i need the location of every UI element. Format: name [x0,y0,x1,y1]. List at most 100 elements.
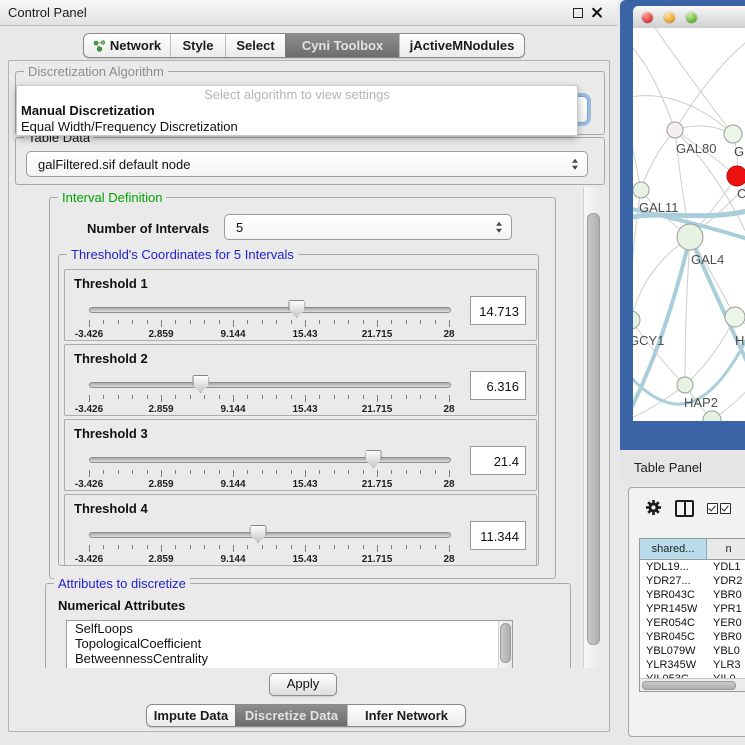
checkbox-icon[interactable] [720,503,731,514]
tab-infer-network[interactable]: Infer Network [347,705,465,726]
traffic-light-zoom-icon[interactable] [686,12,697,23]
network-node[interactable] [724,125,742,143]
network-edge[interactable] [651,28,733,134]
number-of-intervals-spinner[interactable]: 5 [224,214,512,240]
tab-style[interactable]: Style [170,34,225,57]
slider-thumb[interactable] [365,450,382,468]
traffic-light-close-icon[interactable] [642,12,653,23]
tab-cyni-toolbox[interactable]: Cyni Toolbox [285,34,399,57]
table-row[interactable]: YBR043CYBR0 [640,588,745,602]
threshold-value-field[interactable]: 21.4 [470,446,526,475]
table-cell[interactable]: YDR2 [707,574,745,588]
tab-select[interactable]: Select [225,34,285,57]
node-label: GAL11 [639,200,679,215]
slider-track[interactable] [89,307,451,313]
table-cell[interactable]: YLR345W [640,658,707,672]
network-node[interactable] [725,307,745,327]
network-edge[interactable] [633,43,675,130]
network-node[interactable] [633,311,640,329]
apply-button[interactable]: Apply [269,673,337,696]
network-edge[interactable] [633,237,690,320]
table-cell[interactable]: YBR043C [640,588,707,602]
table-row[interactable]: YDR27...YDR2 [640,574,745,588]
tab-network[interactable]: Network [84,34,170,57]
dropdown-option-manual[interactable]: Manual Discretization [17,103,577,119]
table-data-combo[interactable]: galFiltered.sif default node [26,151,588,177]
network-node[interactable] [633,182,649,198]
table-row[interactable]: YBL079WYBL0 [640,644,745,658]
table-cell[interactable]: YER054C [640,616,707,630]
tick-mark [276,320,277,324]
float-window-icon[interactable] [573,8,583,18]
list-scrollbar[interactable] [498,621,512,668]
scrollbar-thumb[interactable] [642,681,736,690]
threshold-label: Threshold 1 [74,276,148,291]
table-cell[interactable]: YBR0 [707,588,745,602]
network-edge[interactable] [685,317,735,385]
checkbox-icon[interactable] [707,503,718,514]
threshold-value-field[interactable]: 14.713 [470,296,526,325]
tick-mark [204,395,205,399]
traffic-light-minimize-icon[interactable] [664,12,675,23]
scrollbar-thumb[interactable] [500,623,511,663]
threshold-slider[interactable]: -3.4262.8599.14415.4321.71528 [89,523,449,563]
close-icon[interactable] [591,7,602,18]
network-node[interactable] [677,224,703,250]
network-edge[interactable] [633,123,641,190]
column-header-name[interactable]: n [707,539,745,559]
column-header-shared[interactable]: shared... [640,539,707,559]
table-row[interactable]: YDL19...YDL1 [640,560,745,574]
tab-jactivemnodules[interactable]: jActiveMNodules [399,34,524,57]
list-item[interactable]: TopologicalCoefficient [67,636,512,651]
network-node[interactable] [677,377,693,393]
tab-discretize-data[interactable]: Discretize Data [235,705,347,726]
list-item[interactable]: BetweennessCentrality [67,651,512,666]
network-edge[interactable] [633,320,685,385]
table-row[interactable]: YBR045CYBR0 [640,630,745,644]
table-cell[interactable]: YDL19... [640,560,707,574]
table-cell[interactable]: YBR0 [707,630,745,644]
table-cell[interactable]: YBL0 [707,644,745,658]
node-label: C [737,186,745,201]
tick-mark [118,545,119,549]
table-cell[interactable]: YER0 [707,616,745,630]
window-titlebar[interactable] [633,6,745,29]
thresholds-group-title: Threshold's Coordinates for 5 Intervals [67,247,298,262]
threshold-slider[interactable]: -3.4262.8599.14415.4321.71528 [89,298,449,338]
slider-thumb[interactable] [250,525,267,543]
slider-thumb[interactable] [192,375,209,393]
slider-track[interactable] [89,382,451,388]
scrollbar-thumb[interactable] [587,213,600,645]
table-h-scrollbar[interactable] [640,678,745,691]
dropdown-option-equal-width[interactable]: Equal Width/Frequency Discretization [17,119,577,135]
table-cell[interactable]: YDL1 [707,560,745,574]
table-row[interactable]: YER054CYER0 [640,616,745,630]
split-panel-icon[interactable] [675,500,694,517]
threshold-value-field[interactable]: 11.344 [470,521,526,550]
threshold-slider[interactable]: -3.4262.8599.14415.4321.71528 [89,373,449,413]
tab-impute-data[interactable]: Impute Data [147,705,235,726]
threshold-slider[interactable]: -3.4262.8599.14415.4321.71528 [89,448,449,488]
network-node[interactable] [727,166,745,186]
network-window: GAL80GCGAL11GAL4GCY1HHAP2 [620,0,745,450]
slider-thumb[interactable] [288,300,305,318]
network-canvas[interactable]: GAL80GCGAL11GAL4GCY1HHAP2 [633,28,745,421]
slider-track[interactable] [89,457,451,463]
table-cell[interactable]: YDR27... [640,574,707,588]
tick-mark [391,395,392,399]
settings-gear-icon[interactable] [645,499,662,516]
main-scrollbar[interactable] [583,187,602,668]
attributes-list[interactable]: SelfLoopsTopologicalCoefficientBetweenne… [66,620,513,668]
table-cell[interactable]: YBR045C [640,630,707,644]
list-item[interactable]: SelfLoops [67,621,512,636]
network-edge[interactable] [641,130,675,190]
table-row[interactable]: YPR145WYPR1 [640,602,745,616]
table-cell[interactable]: YPR145W [640,602,707,616]
table-cell[interactable]: YLR3 [707,658,745,672]
table-cell[interactable]: YPR1 [707,602,745,616]
slider-track[interactable] [89,532,451,538]
table-cell[interactable]: YBL079W [640,644,707,658]
network-node[interactable] [667,122,683,138]
table-row[interactable]: YLR345WYLR3 [640,658,745,672]
threshold-value-field[interactable]: 6.316 [470,371,526,400]
